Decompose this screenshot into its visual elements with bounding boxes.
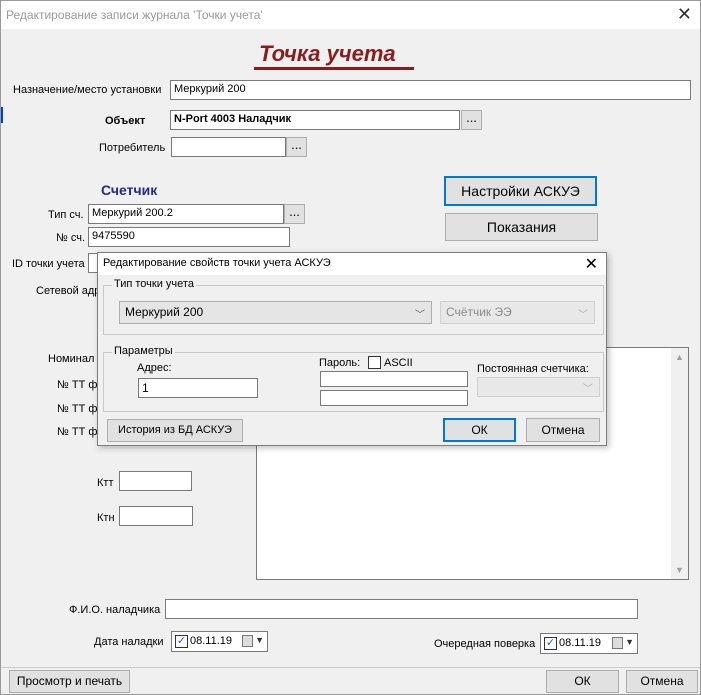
memo-scrollbar[interactable]: ▲ ▼ [671,348,688,579]
ktt-input[interactable] [119,471,192,491]
left-edge-marker [1,107,3,123]
history-button[interactable]: История из БД АСКУЭ [107,419,243,442]
next-check-date-picker[interactable]: ✓ 08.11.19 ▼ [540,633,638,654]
setup-date-label: Дата наладки [94,636,164,648]
next-check-label: Очередная поверка [434,638,536,650]
next-check-checkbox[interactable]: ✓ [544,637,557,650]
meter-section-title: Счетчик [101,182,158,198]
tuner-name-label: Ф.И.О. наладчика [69,604,161,616]
tt-phase-c-label: № ТТ ф [57,426,98,438]
meter-no-label: № сч. [56,232,86,244]
purpose-label: Назначение/место установки [13,84,162,96]
ascii-label: ASCII [384,357,413,369]
dialog-title-bar: Редактирование свойств точки учета АСКУЭ… [98,253,606,275]
scroll-up-icon[interactable]: ▲ [675,352,684,362]
ktn-input[interactable] [119,506,193,526]
object-browse-button[interactable]: ... [461,110,482,130]
point-type-group: Тип точки учета Меркурий 200 ﹀ Счётчик Э… [103,278,604,335]
ktn-label: Ктн [97,512,115,524]
title-bar: Редактирование записи журнала 'Точки уче… [1,1,700,29]
consumer-browse-button[interactable]: ... [286,137,307,157]
meter-type-label: Тип сч. [48,209,84,221]
address-label: Адрес: [137,362,172,374]
title-underline [254,67,414,70]
preview-print-button[interactable]: Просмотр и печать [9,670,130,693]
chevron-down-icon[interactable]: ▼ [255,635,264,645]
nominal-label: Номинал [48,353,95,365]
point-type-value: Меркурий 200 [125,305,204,319]
askue-properties-dialog: Редактирование свойств точки учета АСКУЭ… [97,252,607,446]
dialog-cancel-button[interactable]: Отмена [526,418,600,442]
main-window: Редактирование записи журнала 'Точки уче… [0,0,701,695]
meter-constant-label: Постоянная счетчика: [477,363,589,375]
point-subtype-select: Счётчик ЭЭ ﹀ [440,301,595,324]
readings-button[interactable]: Показания [445,213,598,241]
consumer-input[interactable] [171,137,286,157]
calendar-icon [242,635,253,647]
setup-date-checkbox[interactable]: ✓ [175,635,188,648]
point-subtype-value: Счётчик ЭЭ [446,305,512,319]
setup-date-picker[interactable]: ✓ 08.11.19 ▼ [171,631,268,652]
setup-date-value: 08.11.19 [190,635,233,647]
ok-button[interactable]: ОК [546,670,619,693]
calendar-icon [612,637,623,649]
dialog-ok-button[interactable]: ОК [443,418,516,442]
point-type-group-caption: Тип точки учета [112,278,196,290]
askue-settings-button[interactable]: Настройки АСКУЭ [444,176,597,206]
password-input[interactable] [320,371,468,387]
point-type-select[interactable]: Меркурий 200 ﹀ [119,301,432,324]
chevron-down-icon[interactable]: ▼ [625,637,634,647]
address-input[interactable]: 1 [138,378,258,398]
close-icon[interactable]: ✕ [677,5,692,23]
object-input[interactable]: N-Port 4003 Наладчик [170,110,460,130]
params-group-caption: Параметры [112,345,175,357]
object-label: Объект [105,115,146,127]
chevron-down-icon: ﹀ [578,310,588,321]
tuner-name-input[interactable] [165,599,638,619]
password-confirm-input[interactable] [320,390,468,406]
meter-constant-select: ﹀ [477,377,600,397]
next-check-date-value: 08.11.19 [559,637,602,649]
chevron-down-icon: ﹀ [583,384,593,395]
purpose-input[interactable]: Меркурий 200 [170,80,691,100]
params-group: Параметры Адрес: 1 Пароль: ASCII Постоян… [103,345,604,412]
net-address-label: Сетевой адр [36,285,101,297]
tt-phase-b-label: № ТТ ф [57,403,98,415]
point-id-label: ID точки учета [12,258,85,270]
consumer-label: Потребитель [99,142,166,154]
scroll-down-icon[interactable]: ▼ [675,565,684,575]
cancel-button[interactable]: Отмена [626,670,698,693]
page-title: Точка учета [259,41,396,66]
window-title: Редактирование записи журнала 'Точки уче… [6,8,263,22]
meter-type-browse-button[interactable]: ... [284,204,305,224]
ascii-checkbox[interactable] [368,356,381,369]
dialog-title: Редактирование свойств точки учета АСКУЭ [103,257,331,269]
meter-type-input[interactable]: Меркурий 200.2 [88,204,284,224]
chevron-down-icon: ﹀ [415,310,425,321]
meter-no-input[interactable]: 9475590 [88,227,290,247]
close-icon[interactable]: ✕ [585,254,598,274]
ktt-label: Ктт [97,477,114,489]
password-label: Пароль: [319,357,361,369]
tt-phase-a-label: № ТТ ф [57,379,98,391]
